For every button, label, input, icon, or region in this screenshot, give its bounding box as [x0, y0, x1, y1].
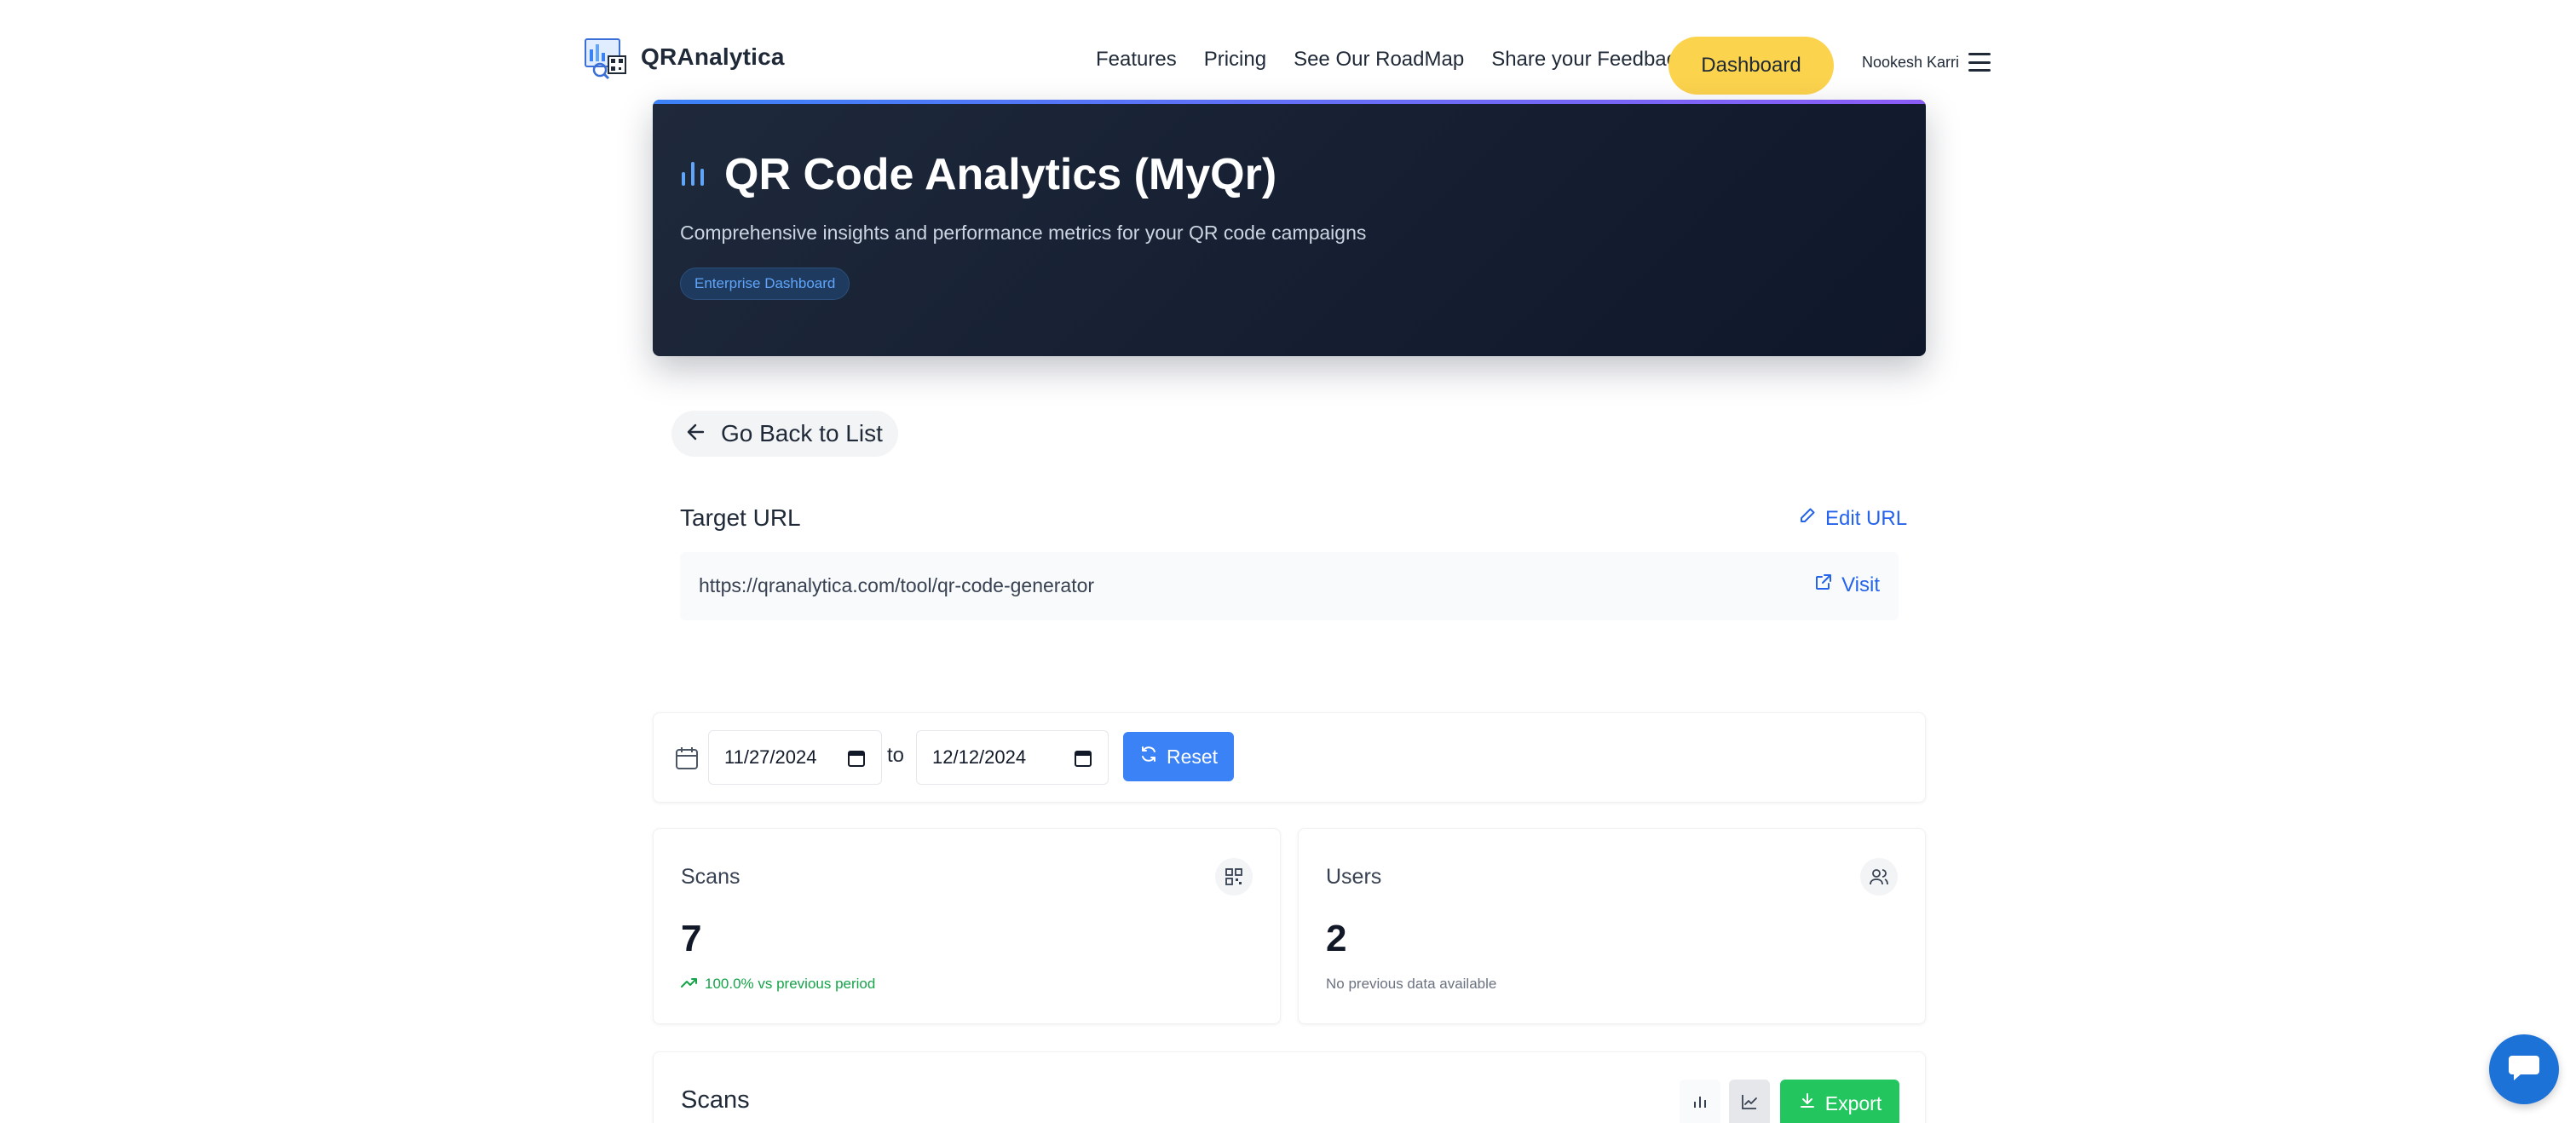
chat-launcher-button[interactable] [2489, 1034, 2559, 1104]
users-trend-text: No previous data available [1326, 976, 1497, 992]
reset-button[interactable]: Reset [1123, 732, 1234, 781]
nav-link-roadmap[interactable]: See Our RoadMap [1294, 48, 1464, 72]
scans-stat-value: 7 [681, 918, 702, 959]
brand-logo[interactable]: QRAnalytica [583, 34, 785, 80]
enterprise-badge: Enterprise Dashboard [680, 268, 850, 300]
brand-name: QRAnalytica [641, 43, 785, 70]
scans-stat-label: Scans [681, 865, 741, 889]
scans-chart-title: Scans [681, 1086, 750, 1114]
scans-trend: 100.0% vs previous period [681, 976, 875, 993]
users-stat-label: Users [1326, 865, 1382, 889]
nav-link-feedback[interactable]: Share your Feedback [1491, 48, 1686, 72]
bar-chart-toggle[interactable] [1680, 1080, 1720, 1123]
date-filter-bar: 11/27/2024 to 12/12/2024 Reset [653, 712, 1926, 803]
hero-heading: QR Code Analytics (MyQr) [680, 149, 1276, 200]
visit-link[interactable]: Visit [1814, 573, 1880, 597]
bar-chart-icon [1691, 1092, 1709, 1115]
end-date-value: 12/12/2024 [932, 746, 1027, 768]
hero-accent-bar [653, 100, 1926, 104]
nav-link-pricing[interactable]: Pricing [1204, 48, 1266, 72]
line-chart-toggle[interactable] [1729, 1080, 1770, 1123]
users-icon [1860, 858, 1898, 896]
arrow-left-icon [685, 421, 707, 447]
users-trend: No previous data available [1326, 976, 1496, 993]
start-date-input[interactable]: 11/27/2024 [708, 730, 882, 785]
qranalytica-logo-icon [583, 34, 629, 80]
page-subtitle: Comprehensive insights and performance m… [680, 222, 1367, 244]
bar-chart-icon [680, 158, 706, 192]
dashboard-button[interactable]: Dashboard [1668, 37, 1834, 95]
scans-chart-card: Scans Export [653, 1051, 1926, 1123]
target-url-value: https://qranalytica.com/tool/qr-code-gen… [699, 574, 1095, 596]
top-navigation: QRAnalytica Features Pricing See Our Roa… [0, 0, 2576, 101]
edit-url-label: Edit URL [1825, 506, 1908, 530]
go-back-button[interactable]: Go Back to List [671, 411, 898, 457]
export-label: Export [1824, 1091, 1882, 1114]
edit-url-button[interactable]: Edit URL [1798, 506, 1907, 531]
calendar-picker-icon[interactable] [1074, 749, 1092, 773]
users-stat-value: 2 [1326, 918, 1347, 959]
nav-link-features[interactable]: Features [1096, 48, 1177, 72]
page-title: QR Code Analytics (MyQr) [724, 150, 1277, 199]
download-icon [1798, 1091, 1817, 1115]
target-url-heading: Target URL [680, 504, 801, 531]
target-url-box: https://qranalytica.com/tool/qr-code-gen… [680, 552, 1899, 620]
hamburger-menu-icon[interactable] [1968, 53, 1991, 72]
reset-label: Reset [1166, 745, 1219, 768]
calendar-picker-icon[interactable] [847, 749, 866, 773]
external-link-icon [1814, 573, 1833, 597]
visit-label: Visit [1841, 573, 1880, 596]
go-back-label: Go Back to List [721, 420, 883, 446]
start-date-value: 11/27/2024 [724, 746, 817, 768]
qr-code-icon [1215, 858, 1253, 896]
refresh-icon [1139, 745, 1158, 769]
scans-trend-text: 100.0% vs previous period [705, 976, 876, 992]
nav-links: Features Pricing See Our RoadMap Share y… [1096, 48, 1687, 72]
export-button[interactable]: Export [1780, 1080, 1899, 1123]
end-date-input[interactable]: 12/12/2024 [916, 730, 1109, 785]
pencil-icon [1798, 506, 1817, 531]
scans-stat-card: Scans 7 100.0% vs previous period [653, 828, 1281, 1024]
trending-up-icon [681, 976, 698, 993]
calendar-icon [674, 746, 700, 775]
user-name[interactable]: Nookesh Karri [1862, 54, 1959, 72]
users-stat-card: Users 2 No previous data available [1298, 828, 1926, 1024]
hero-banner: QR Code Analytics (MyQr) Comprehensive i… [653, 100, 1926, 356]
date-range-separator: to [887, 744, 905, 767]
line-chart-icon [1740, 1092, 1759, 1115]
chat-icon [2507, 1052, 2541, 1087]
